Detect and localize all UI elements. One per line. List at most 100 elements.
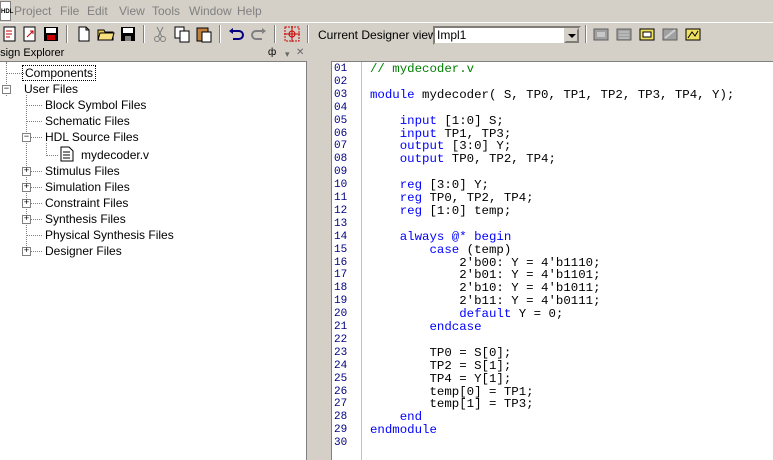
tree-label[interactable]: Constraint Files — [45, 196, 128, 210]
expand-icon[interactable]: + — [22, 215, 31, 224]
new-project-button[interactable] — [0, 24, 20, 44]
paste-button[interactable] — [194, 24, 214, 44]
code-line: // mydecoder.v — [370, 63, 474, 76]
open-project-button[interactable] — [20, 24, 40, 44]
target-button[interactable] — [282, 24, 302, 44]
tree-label[interactable]: Simulation Files — [45, 180, 130, 194]
expand-icon[interactable]: + — [22, 183, 31, 192]
chevron-down-icon[interactable] — [564, 28, 579, 43]
pin-icon[interactable]: ф — [268, 46, 276, 60]
pane-splitter[interactable] — [307, 45, 331, 460]
menu-tools[interactable]: Tools — [152, 4, 180, 18]
line-number: 15 — [334, 243, 348, 256]
line-number: 23 — [334, 346, 348, 359]
copy-icon — [174, 26, 190, 43]
menu-project[interactable]: Project — [14, 4, 51, 18]
save-file-button[interactable] — [118, 24, 138, 44]
open-file-icon — [97, 29, 115, 41]
code-line: output TP0, TP2, TP4; — [399, 152, 556, 167]
expand-icon[interactable]: + — [22, 247, 31, 256]
code-line: endmodule — [370, 424, 437, 437]
line-number: 22 — [334, 333, 348, 346]
toolbar-separator — [219, 25, 221, 43]
tree-label[interactable]: Synthesis Files — [45, 212, 126, 226]
tree-connector — [31, 203, 42, 204]
code-comment: // mydecoder.v — [370, 62, 475, 76]
designer-tool-2-icon — [616, 28, 632, 41]
cut-icon — [154, 26, 166, 42]
close-icon[interactable]: ✕ — [296, 46, 304, 60]
code-keyword: endcase — [429, 320, 482, 334]
designer-tool-3-button[interactable] — [637, 24, 657, 44]
menu-help[interactable]: Help — [237, 4, 262, 18]
new-file-button[interactable] — [74, 24, 94, 44]
code-line: reg [1:0] temp; — [399, 203, 512, 218]
code-line: case (temp) — [429, 242, 512, 257]
undo-button[interactable] — [226, 24, 246, 44]
line-number: 29 — [334, 424, 348, 437]
tree-label[interactable]: Physical Synthesis Files — [45, 228, 174, 242]
tree-label[interactable]: User Files — [24, 82, 78, 96]
code-line: module mydecoder( S, TP0, TP1, TP2, TP3,… — [370, 87, 735, 102]
toolbar: Current Designer view: Impl1 — [0, 22, 773, 45]
code-keyword: reg — [399, 203, 423, 218]
tree-label[interactable]: Block Symbol Files — [45, 98, 146, 112]
new-project-icon — [3, 26, 16, 42]
code-keyword: output — [399, 152, 445, 167]
tree-label[interactable]: mydecoder.v — [81, 148, 149, 162]
code-line: TP4 = Y[1]; — [429, 371, 512, 386]
designer-tool-3-icon — [639, 28, 655, 41]
expand-icon[interactable]: + — [22, 167, 31, 176]
cut-button[interactable] — [150, 24, 170, 44]
tree-connector — [26, 235, 42, 236]
tree-connector — [31, 171, 42, 172]
line-number: 17 — [334, 269, 348, 282]
tree-label[interactable]: Components — [21, 65, 97, 81]
menu-view[interactable]: View — [119, 4, 145, 18]
save-project-icon — [44, 27, 58, 41]
menu-window[interactable]: Window — [189, 4, 232, 18]
expand-icon[interactable]: + — [22, 199, 31, 208]
save-project-button[interactable] — [41, 24, 61, 44]
line-number: 28 — [334, 411, 348, 424]
dropdown-icon[interactable]: ▾ — [285, 47, 290, 61]
menu-edit[interactable]: Edit — [87, 4, 108, 18]
open-file-button[interactable] — [96, 24, 116, 44]
menu-bar: HDL Project File Edit View Tools Window … — [0, 0, 773, 22]
line-number: 20 — [334, 308, 348, 321]
line-number: 09 — [334, 166, 348, 179]
designer-tool-5-button[interactable] — [683, 24, 703, 44]
designer-tool-4-button[interactable] — [660, 24, 680, 44]
designer-view-select[interactable]: Impl1 — [433, 26, 581, 45]
redo-button[interactable] — [249, 24, 269, 44]
code-keyword: default — [459, 307, 512, 322]
code-keyword: input — [399, 126, 437, 141]
designer-tool-2-button[interactable] — [614, 24, 634, 44]
toolbar-separator — [143, 25, 145, 43]
copy-button[interactable] — [172, 24, 192, 44]
line-number: 30 — [334, 437, 348, 450]
tree-label[interactable]: HDL Source Files — [45, 130, 139, 144]
line-number: 11 — [334, 192, 348, 204]
code-keyword: input — [399, 113, 437, 128]
designer-tool-1-button[interactable] — [591, 24, 611, 44]
code-editor[interactable]: 01 02 03 04 05 06 07 08 09 10 11 12 13 14 15 16 17 18 19 20… — [331, 61, 773, 460]
toolbar-separator — [585, 25, 587, 43]
line-number: 27 — [334, 398, 348, 411]
tree-connector — [26, 121, 42, 122]
tree-label[interactable]: Designer Files — [45, 244, 122, 258]
line-number: 14 — [334, 230, 348, 243]
tree-label[interactable]: Schematic Files — [45, 114, 130, 128]
paste-icon — [196, 27, 212, 43]
menu-file[interactable]: File — [60, 4, 79, 18]
collapse-icon[interactable]: − — [22, 133, 31, 142]
target-icon — [284, 26, 300, 42]
line-number: 05 — [334, 114, 348, 127]
code-keyword: case — [429, 242, 460, 257]
tree-label[interactable]: Stimulus Files — [45, 164, 120, 178]
designer-view-value: Impl1 — [437, 28, 467, 42]
redo-icon — [251, 28, 266, 40]
collapse-icon[interactable]: − — [2, 85, 11, 94]
line-number: 18 — [334, 282, 348, 295]
tree-connector — [31, 187, 42, 188]
